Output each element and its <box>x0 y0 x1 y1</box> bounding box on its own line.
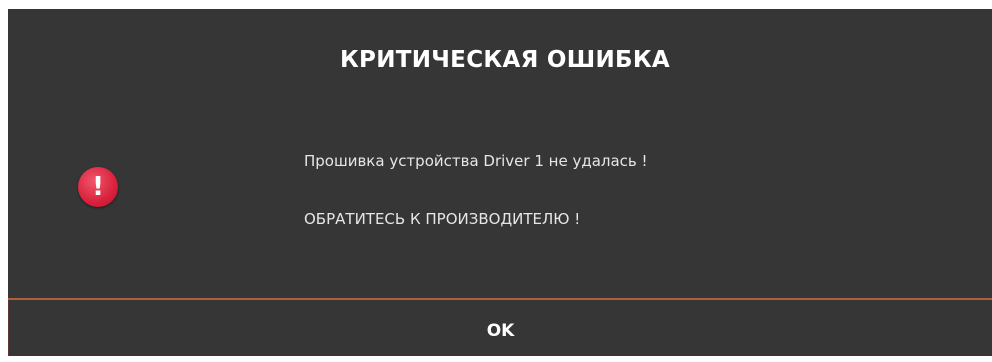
dialog-title: КРИТИЧЕСКАЯ ОШИБКА <box>339 47 671 73</box>
error-exclamation-icon: ! <box>78 167 118 207</box>
error-message-line-2: ОБРАТИТЕСЬ К ПРОИЗВОДИТЕЛЮ ! <box>304 210 581 228</box>
ok-button[interactable]: OK <box>8 300 992 356</box>
error-dialog: КРИТИЧЕСКАЯ ОШИБКА ! Прошивка устройства… <box>8 9 992 356</box>
error-message-line-1: Прошивка устройства Driver 1 не удалась … <box>304 152 648 170</box>
